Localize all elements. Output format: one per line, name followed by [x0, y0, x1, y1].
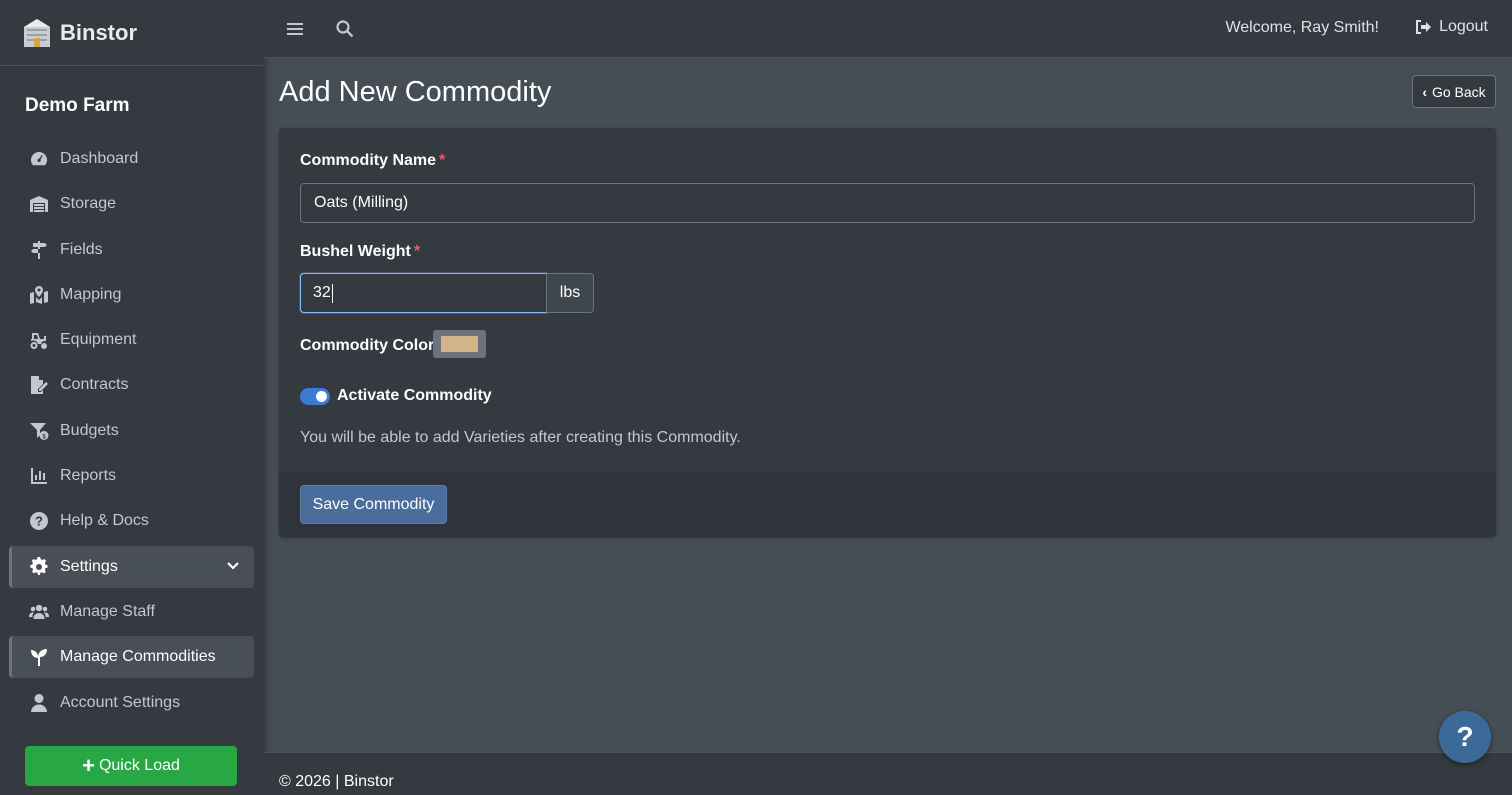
sidebar-item-contracts[interactable]: Contracts	[9, 364, 254, 406]
sidebar-item-label: Contracts	[60, 376, 129, 394]
sidebar-item-label: Equipment	[60, 331, 137, 349]
chevron-down-icon	[226, 559, 240, 573]
dashboard-icon	[27, 149, 51, 169]
activate-commodity-label[interactable]: Activate Commodity	[337, 387, 492, 405]
page-title: Add New Commodity	[279, 76, 552, 108]
sidebar-item-label: Help & Docs	[60, 512, 149, 530]
sidebar-nav: Dashboard Storage Fields Mapping Equipme…	[9, 138, 254, 727]
sidebar-item-settings[interactable]: Settings	[9, 545, 254, 588]
brand-name: Binstor	[60, 19, 137, 45]
hamburger-menu-icon[interactable]	[285, 19, 305, 39]
farm-name: Demo Farm	[25, 95, 130, 116]
quick-load-label: Quick Load	[98, 757, 180, 774]
sidebar-item-storage[interactable]: Storage	[9, 183, 254, 225]
plus-icon: +	[82, 753, 95, 778]
sidebar-item-mapping[interactable]: Mapping	[9, 274, 254, 316]
logout-link[interactable]: Logout	[1414, 18, 1488, 36]
user-icon	[27, 693, 51, 713]
card-footer: Save Commodity	[279, 472, 1496, 537]
commodity-color-picker[interactable]	[433, 330, 486, 358]
sidebar: Binstor Demo Farm Dashboard Storage Fiel…	[0, 0, 263, 795]
sidebar-item-fields[interactable]: Fields	[9, 229, 254, 271]
sidebar-item-label: Account Settings	[60, 693, 181, 711]
commodity-name-label-text: Commodity Name	[300, 152, 437, 169]
bushel-weight-value: 32	[313, 284, 331, 301]
commodity-form-card: Commodity Name * Oats (Milling) Bushel We…	[279, 128, 1496, 537]
question-circle-icon: ?	[27, 511, 51, 531]
funnel-dollar-icon: $	[27, 421, 51, 441]
required-marker: *	[413, 243, 421, 260]
bushel-weight-unit: lbs	[546, 273, 594, 313]
sidebar-item-label: Reports	[60, 467, 117, 485]
commodity-color-label: Commodity Color	[300, 337, 435, 354]
required-marker: *	[439, 152, 446, 169]
seedling-icon	[27, 647, 51, 667]
bushel-weight-label-text: Bushel Weight	[300, 243, 411, 260]
activate-commodity-toggle[interactable]	[300, 388, 330, 405]
chevron-left-icon: ‹	[1422, 83, 1427, 100]
commodity-color-fill	[441, 336, 478, 352]
go-back-label: Go Back	[1431, 83, 1486, 100]
text-caret	[331, 283, 333, 303]
chart-bar-icon	[27, 466, 51, 486]
tractor-icon	[27, 330, 51, 350]
sidebar-item-account-settings[interactable]: Account Settings	[9, 682, 254, 724]
sidebar-item-label: Manage Staff	[60, 602, 155, 620]
commodity-name-input[interactable]: Oats (Milling)	[300, 183, 1475, 223]
search-icon[interactable]	[335, 19, 355, 39]
quick-load-button[interactable]: + Quick Load	[25, 746, 237, 786]
brand-link[interactable]: Binstor	[0, 0, 263, 66]
sidebar-item-label: Storage	[60, 195, 117, 213]
toggle-knob	[316, 391, 327, 402]
welcome-message: Welcome, Ray Smith!	[1225, 19, 1379, 36]
warehouse-icon	[27, 194, 51, 214]
sidebar-item-label: Manage Commodities	[60, 648, 216, 666]
sidebar-item-manage-commodities[interactable]: Manage Commodities	[9, 636, 254, 679]
sidebar-item-equipment[interactable]: Equipment	[9, 319, 254, 361]
users-icon	[27, 602, 51, 622]
sidebar-item-label: Dashboard	[60, 150, 139, 167]
sidebar-item-manage-staff[interactable]: Manage Staff	[9, 591, 254, 633]
commodity-name-value: Oats (Milling)	[314, 194, 409, 211]
grain-bin-logo-icon	[22, 18, 52, 48]
top-navbar: Welcome, Ray Smith! Logout	[263, 0, 1512, 58]
file-signature-icon	[27, 375, 51, 395]
sidebar-item-reports[interactable]: Reports	[9, 455, 254, 497]
sidebar-item-label: Mapping	[60, 285, 122, 303]
sidebar-item-label: Settings	[60, 557, 118, 575]
varieties-help-text: You will be able to add Varieties after …	[300, 429, 741, 446]
map-location-icon	[27, 285, 51, 305]
svg-text:?: ?	[35, 514, 43, 529]
gear-icon	[27, 556, 51, 577]
sign-out-icon	[1416, 20, 1432, 34]
sidebar-item-budgets[interactable]: $ Budgets	[9, 410, 254, 452]
sidebar-item-dashboard[interactable]: Dashboard	[9, 138, 254, 180]
card-body: Commodity Name * Oats (Milling) Bushel We…	[279, 128, 1496, 472]
save-commodity-button[interactable]: Save Commodity	[300, 485, 447, 524]
commodity-name-label: Commodity Name *	[300, 152, 445, 170]
sidebar-item-help-docs[interactable]: ? Help & Docs	[9, 500, 254, 542]
help-floating-button[interactable]: ?	[1439, 711, 1491, 763]
signs-post-icon	[27, 240, 51, 260]
go-back-button[interactable]: ‹ Go Back	[1412, 75, 1496, 108]
bushel-weight-input[interactable]: 32	[300, 273, 547, 313]
logout-label: Logout	[1439, 18, 1488, 35]
page-footer: © 2026 | Binstor	[263, 752, 1512, 795]
sidebar-item-label: Budgets	[60, 421, 119, 439]
bushel-weight-label: Bushel Weight *	[300, 243, 420, 261]
sidebar-item-label: Fields	[60, 240, 103, 258]
footer-text: © 2026 | Binstor	[279, 773, 394, 790]
